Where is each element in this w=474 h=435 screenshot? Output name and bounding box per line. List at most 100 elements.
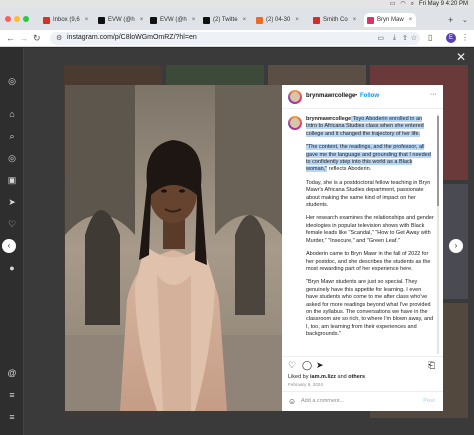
account-avatar[interactable]: [288, 90, 302, 104]
reels-icon[interactable]: ▣: [7, 175, 17, 185]
download-icon[interactable]: ⤓: [393, 34, 396, 42]
bookmark-star-icon[interactable]: ☆: [411, 34, 417, 42]
post-comment-button[interactable]: Post: [423, 398, 435, 404]
liked-user-link[interactable]: iam.m.lizz: [310, 374, 336, 380]
minimize-window-button[interactable]: [14, 16, 20, 22]
instagram-page: ◎ ⌂ ⌕ ◎ ▣ ➤ ♡ ⊞ ● @ ≡ ≡ ✕ ‹ ›: [0, 48, 474, 435]
liked-others-link[interactable]: others: [348, 374, 365, 380]
url-text[interactable]: instagram.com/p/C8loWGmOmRZ/?hl=en: [67, 34, 197, 41]
notifications-heart-icon[interactable]: ♡: [7, 219, 17, 229]
caption-scrollbar-thumb[interactable]: [437, 116, 439, 206]
comment-input[interactable]: Add a comment...: [301, 398, 344, 404]
profile-icon[interactable]: ●: [7, 263, 17, 273]
close-tab-icon[interactable]: ×: [192, 17, 196, 23]
back-button[interactable]: ←: [6, 33, 15, 43]
previous-post-button[interactable]: ‹: [2, 239, 16, 253]
browser-window: ▭ ◠ ⌕ Fri May 9 4:20 PM Inbox (9,6 × EVW (…: [0, 0, 474, 435]
browser-toolbar: ← → ↻ ⚙ instagram.com/p/C8loWGmOmRZ/?hl=…: [0, 30, 474, 47]
threads-icon[interactable]: @: [7, 368, 17, 378]
tab-label: EVW (@h: [160, 17, 187, 23]
close-tab-icon[interactable]: ×: [353, 17, 357, 23]
close-modal-icon[interactable]: ✕: [456, 51, 466, 63]
save-bookmark-icon[interactable]: ⎗: [428, 360, 435, 370]
close-window-button[interactable]: [5, 16, 11, 22]
caption-paragraph: brynmawrcollege Toyo Aboderin enrolled i…: [306, 116, 434, 138]
close-tab-icon[interactable]: ×: [140, 17, 144, 23]
browser-tab[interactable]: (2) Twitte ×: [200, 13, 252, 27]
reload-button[interactable]: ↻: [33, 33, 41, 43]
browser-tab[interactable]: EVW (@h ×: [147, 13, 199, 27]
browser-tab[interactable]: EVW (@h ×: [95, 13, 147, 27]
close-tab-icon[interactable]: ×: [243, 17, 247, 23]
tab-label: Smith Co: [323, 17, 348, 23]
like-heart-icon[interactable]: ♡: [288, 360, 296, 370]
sidebar-icon[interactable]: ▯: [428, 33, 432, 43]
new-tab-button[interactable]: +: [448, 15, 453, 25]
menu-kebab-icon[interactable]: ⋮: [461, 33, 469, 43]
gmail-icon: [43, 16, 50, 24]
tab-label: (2) Twitte: [213, 17, 238, 23]
more-options-icon[interactable]: ···: [430, 91, 437, 98]
maximize-window-button[interactable]: [23, 16, 29, 22]
twitter-x-icon: [203, 16, 210, 24]
liked-prefix: Liked by: [288, 374, 311, 380]
post-modal: brynmawrcollege • Follow ··· brynmawrcol…: [65, 85, 443, 411]
battery-icon[interactable]: ▭: [390, 0, 396, 8]
explore-icon[interactable]: ◎: [7, 153, 17, 163]
orange-app-icon: [256, 16, 263, 24]
tab-label: Inbox (9,6: [53, 17, 80, 23]
caption-text: Today, she is a postdoctoral fellow teac…: [306, 179, 431, 209]
caption-area[interactable]: brynmawrcollege Toyo Aboderin enrolled i…: [282, 110, 443, 356]
caption-paragraph: "Bryn Mawr students are just so special.…: [306, 279, 434, 338]
browser-tab[interactable]: Smith Co ×: [310, 13, 362, 27]
browser-tab[interactable]: Inbox (9,6 ×: [40, 13, 92, 27]
close-tab-icon[interactable]: ×: [409, 17, 413, 23]
forward-button[interactable]: →: [19, 33, 28, 43]
tab-label: EVW (@h: [108, 17, 135, 23]
caption-text: "Bryn Mawr students are just so special.…: [306, 279, 434, 338]
post-photo[interactable]: [65, 85, 282, 411]
twitter-x-icon: [150, 16, 157, 24]
post-actions: ♡ ◯ ➤ ⎗: [282, 356, 443, 372]
caption-avatar[interactable]: [288, 116, 302, 130]
search-icon[interactable]: ⌕: [7, 131, 17, 141]
post-header: brynmawrcollege • Follow ···: [282, 85, 443, 109]
profile-avatar[interactable]: E: [446, 33, 456, 43]
home-icon[interactable]: ⌂: [7, 109, 17, 119]
next-post-button[interactable]: ›: [449, 239, 463, 253]
menubar-clock[interactable]: Fri May 9 4:20 PM: [419, 0, 468, 8]
caption-paragraph: Today, she is a postdoctoral fellow teac…: [306, 180, 434, 210]
close-tab-icon[interactable]: ×: [295, 17, 299, 23]
caption-text: Aboderin came to Bryn Mawr in the fall o…: [306, 251, 431, 272]
share-icon[interactable]: ➤: [316, 360, 324, 370]
caption-username[interactable]: brynmawrcollege: [306, 116, 351, 122]
wifi-icon[interactable]: ◠: [400, 0, 405, 8]
account-username[interactable]: brynmawrcollege: [306, 93, 355, 99]
browser-tab[interactable]: (2) 04-30 ×: [253, 13, 305, 27]
browser-tab[interactable]: Bryn Maw ×: [364, 13, 416, 27]
more-menu-icon[interactable]: ≡: [7, 390, 17, 400]
tab-search-icon[interactable]: ⌄: [462, 16, 468, 24]
portrait-image: [65, 85, 282, 411]
close-tab-icon[interactable]: ×: [85, 17, 89, 23]
comment-icon[interactable]: ◯: [302, 360, 312, 370]
messages-icon[interactable]: ➤: [7, 197, 17, 207]
tab-label: (2) 04-30: [266, 17, 291, 23]
share-icon[interactable]: ⇪: [402, 34, 408, 42]
search-icon[interactable]: ⌕: [411, 0, 414, 8]
site-info-icon[interactable]: ⚙: [56, 34, 62, 42]
twitter-x-icon: [98, 16, 105, 24]
follow-button[interactable]: Follow: [360, 93, 379, 99]
address-bar[interactable]: ⚙ instagram.com/p/C8loWGmOmRZ/?hl=en ▭ ⤓…: [50, 32, 420, 45]
instagram-icon: [367, 16, 374, 24]
instagram-logo-icon[interactable]: ◎: [7, 76, 17, 86]
tab-strip: Inbox (9,6 × EVW (@h × EVW (@h × (2) Twitte × (2…: [0, 8, 474, 30]
caption-text: Her research examines the relationships …: [306, 215, 434, 244]
emoji-icon[interactable]: ☺: [288, 397, 296, 406]
post-caption: brynmawrcollege Toyo Aboderin enrolled i…: [306, 116, 434, 345]
more-menu-icon[interactable]: ≡: [7, 412, 17, 422]
tab-label: Bryn Maw: [377, 17, 404, 23]
post-sidebar: brynmawrcollege • Follow ··· brynmawrcol…: [282, 85, 443, 411]
cast-icon[interactable]: ▭: [377, 34, 384, 42]
comment-bar: ☺ Add a comment... Post: [282, 391, 443, 411]
